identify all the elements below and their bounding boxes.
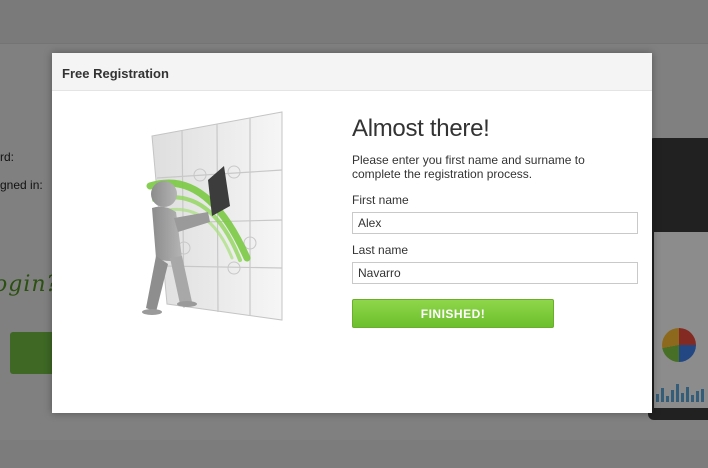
finished-button[interactable]: FINISHED! bbox=[352, 299, 554, 328]
modal-header: Free Registration bbox=[52, 53, 652, 91]
modal-title: Free Registration bbox=[62, 66, 169, 81]
registration-form: Almost there! Please enter you first nam… bbox=[352, 115, 642, 328]
puzzle-figure-illustration bbox=[142, 111, 283, 321]
registration-modal: Free Registration Almost there! Please e… bbox=[52, 53, 652, 413]
form-heading: Almost there! bbox=[352, 115, 490, 142]
first-name-label: First name bbox=[352, 193, 409, 207]
last-name-label: Last name bbox=[352, 243, 409, 257]
last-name-input[interactable] bbox=[352, 262, 638, 284]
first-name-input[interactable] bbox=[352, 212, 638, 234]
form-description: Please enter you first name and surname … bbox=[352, 153, 585, 181]
